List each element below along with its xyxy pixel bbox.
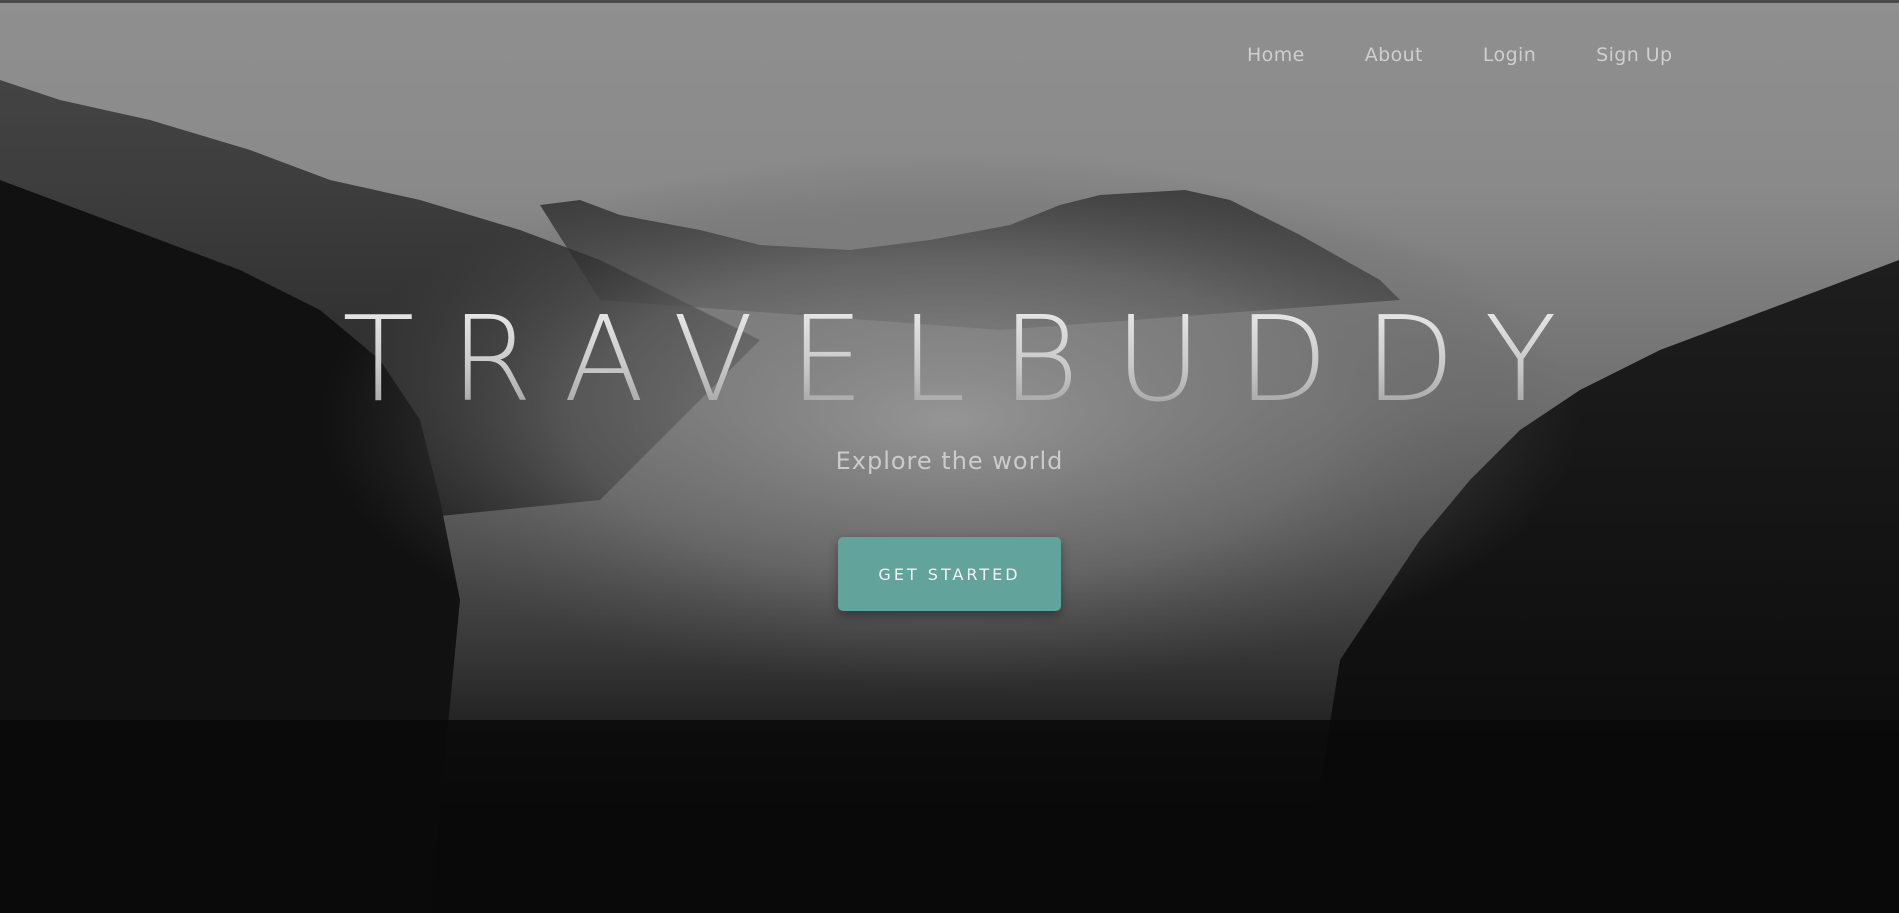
hero-section: Home About Login Sign Up TRAVELBUDDY Exp…: [0, 0, 1899, 913]
nav-signup-link[interactable]: Sign Up: [1596, 44, 1672, 66]
get-started-button[interactable]: GET STARTED: [838, 537, 1061, 611]
nav-login-link[interactable]: Login: [1483, 44, 1536, 66]
main-navigation: Home About Login Sign Up: [1247, 44, 1672, 66]
site-title: TRAVELBUDDY: [0, 300, 1899, 418]
nav-home-link[interactable]: Home: [1247, 44, 1305, 66]
top-border: [0, 0, 1899, 3]
hero-subtitle: Explore the world: [835, 447, 1064, 475]
nav-about-link[interactable]: About: [1365, 44, 1423, 66]
